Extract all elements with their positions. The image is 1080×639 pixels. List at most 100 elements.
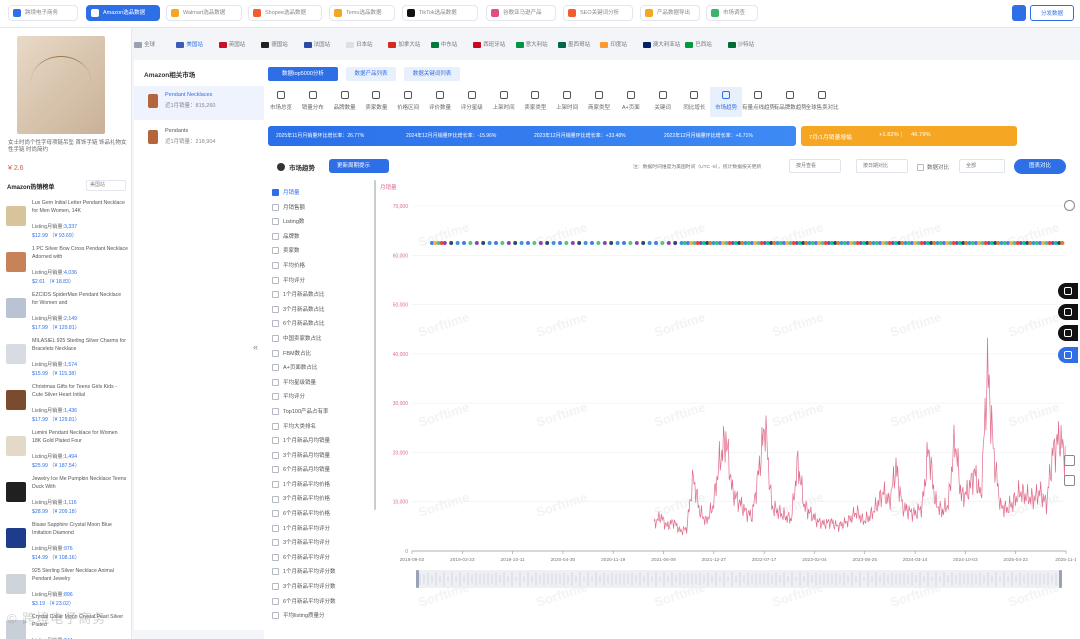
metric-checkbox[interactable]: 3个月新品平均评分数 [272,581,372,596]
list-item[interactable]: Lux Gem Initial Letter Pendant Necklace … [6,200,128,246]
metric-tab[interactable]: 评价数量 [424,87,456,117]
range-select[interactable]: 全部 [959,159,1005,173]
top-right-icon[interactable] [1012,5,1026,21]
country-tab[interactable]: 日本站 [346,40,373,48]
compare-checkbox[interactable]: 数据对比 [917,163,949,172]
collapse-icon[interactable]: « [253,342,258,352]
top-tab-0[interactable]: 跨境电子商务 [8,5,78,21]
item-thumbnail[interactable] [6,298,26,318]
list-item[interactable]: Jewelry Ice Me Pumpkin Necklace Teens Du… [6,476,128,522]
list-item[interactable]: Bisaw Sapphire Crystal Moon Blue Imitati… [6,522,128,568]
metric-checkbox[interactable]: 1个月新品平均评分数 [272,566,372,581]
list-item[interactable]: Lumini Pendant Necklace for Women 18K Go… [6,430,128,476]
metric-tab[interactable]: 卖家数量 [360,87,392,117]
top-tab-8[interactable]: 产品数据导出 [640,5,700,21]
top-tab-6[interactable]: 谷歌亚马逊产品 [486,5,556,21]
country-tab[interactable]: 加拿大站 [388,40,420,48]
edit-icon[interactable] [1064,475,1075,486]
side-tool-1-icon[interactable] [1058,283,1078,299]
metric-checkbox[interactable]: 6个月新品月均销量 [272,464,372,479]
product-title[interactable]: 女士时尚个性字母项链吊坠 首饰手链 饰品礼物女性手链 时尚简约 [8,140,128,154]
metric-tab[interactable]: 销量分布 [297,87,329,117]
metric-checkbox[interactable]: Top100产品占有率 [272,406,372,421]
metric-tab[interactable]: 全球售卖对比 [806,87,839,117]
item-thumbnail[interactable] [6,574,26,594]
market-item[interactable]: Pendant Necklaces 近1月销量：815,260 [134,86,264,120]
metric-checkbox[interactable]: 1个月新品月均销量 [272,435,372,450]
metric-tab[interactable]: 商家类型 [583,87,615,117]
list-item[interactable]: 1 PC Silver Bow Cross Pendant Necklace A… [6,246,128,292]
metric-checkbox[interactable]: 6个月新品平均价格 [272,508,372,523]
metric-checkbox[interactable]: 品牌数 [272,231,372,246]
list-item[interactable]: Christmas Gifts for Teens Girls Kids - C… [6,384,128,430]
item-title[interactable]: EZCIDS SpiderMan Pendant Necklace for Wo… [32,292,128,314]
country-tab[interactable]: 澳大利亚站 [642,40,680,48]
metric-checkbox[interactable]: 月销售额 [272,202,372,217]
item-title[interactable]: Christmas Gifts for Teens Girls Kids - C… [32,384,128,406]
metric-checkbox[interactable]: 中国卖家数占比 [272,333,372,348]
country-tab[interactable]: 沙特站 [727,40,754,48]
top-tab-1[interactable]: Amazon选品数据 [86,5,160,21]
item-title[interactable]: 1 PC Silver Bow Cross Pendant Necklace A… [32,246,128,268]
market-item[interactable]: Pendants 近1月销量：218,904 [134,122,264,156]
metric-checkbox[interactable]: 6个月新品平均评分 [272,552,372,567]
item-thumbnail[interactable] [6,390,26,410]
top-tab-7[interactable]: SEO关键词分析 [563,5,633,21]
item-thumbnail[interactable] [6,344,26,364]
country-tab[interactable]: 墨西哥站 [558,40,590,48]
metric-checkbox[interactable]: 平均价格 [272,260,372,275]
metric-checkbox[interactable]: 平均星级销量 [272,377,372,392]
item-thumbnail[interactable] [6,252,26,272]
metric-checkbox[interactable]: Listing数 [272,216,372,231]
country-tab[interactable]: 意大利站 [515,40,548,48]
metric-tab[interactable]: 品牌数量 [329,87,361,117]
metric-checkbox[interactable]: 3个月新品月均销量 [272,450,372,465]
metric-checkbox[interactable]: FBM数占比 [272,348,372,363]
item-thumbnail[interactable] [6,482,26,502]
metric-tab[interactable]: 同比增长 [678,87,710,117]
subtab-2[interactable]: 数据关键词列表 [404,67,460,81]
item-title[interactable]: Lumini Pendant Necklace for Women 18K Go… [32,430,128,452]
top-tab-3[interactable]: Shopee选品数据 [248,5,322,21]
list-item[interactable]: EZCIDS SpiderMan Pendant Necklace for Wo… [6,292,128,338]
metric-checkbox[interactable]: 月销量 [272,187,372,202]
country-tab[interactable]: 巴西站 [685,40,712,48]
view-select[interactable]: 按月查看 [789,159,841,173]
item-thumbnail[interactable] [6,436,26,456]
metric-checkbox[interactable]: 6个月新品平均评分数 [272,596,372,611]
distribute-button[interactable]: 分发数据 [1030,5,1074,21]
metric-tab[interactable]: 市场趋势 [710,87,743,117]
chart-compare-button[interactable]: 图表对比 [1014,159,1066,174]
metric-tab[interactable]: 上架时间 [488,87,520,117]
note-icon[interactable] [1064,455,1075,466]
product-image[interactable] [17,36,105,134]
side-tool-4-icon[interactable] [1058,347,1078,363]
list-item[interactable]: MILASIEL 925 Sterling Silver Charms for … [6,338,128,384]
metric-checkbox[interactable]: 平均listing质量分 [272,610,372,625]
metric-tab[interactable]: 价格区间 [392,87,424,117]
metric-checkbox[interactable]: 平均评分 [272,391,372,406]
metric-tab[interactable]: 关键词 [647,87,679,117]
country-tab[interactable]: 中东站 [430,40,457,48]
top-tab-4[interactable]: Temu选品数据 [329,5,395,21]
metric-checkbox[interactable]: 3个月新品平均评分 [272,537,372,552]
metric-checkbox[interactable]: 卖家数 [272,245,372,260]
top-tab-2[interactable]: Walmart选品数据 [166,5,242,21]
metric-tab[interactable]: 市场总览 [265,87,297,117]
metric-checkbox[interactable]: 平均大类排名 [272,421,372,436]
metric-tab[interactable]: 评分星级 [456,87,488,117]
metric-tab[interactable]: 上架时间 [551,87,583,117]
top-tab-9[interactable]: 市场调查 [706,5,758,21]
country-tab[interactable]: 美国站 [176,40,203,48]
country-tab[interactable]: 全球 [134,40,155,48]
metric-tab[interactable]: 卖家类型 [519,87,551,117]
compare-select[interactable]: 按日期对比 [856,159,908,173]
side-tool-3-icon[interactable] [1058,325,1078,341]
item-title[interactable]: 925 Sterling Silver Necklace Animal Pend… [32,568,128,590]
metric-checkbox[interactable]: 1个月新品数占比 [272,289,372,304]
checkbox-scrollbar[interactable] [374,180,376,510]
metric-tab[interactable]: 有品牌数趋势 [774,87,807,117]
top-tab-5[interactable]: TikTok选品数据 [402,5,478,21]
subtab-1[interactable]: 数据产品列表 [346,67,396,81]
country-tab[interactable]: 法国站 [303,40,330,48]
